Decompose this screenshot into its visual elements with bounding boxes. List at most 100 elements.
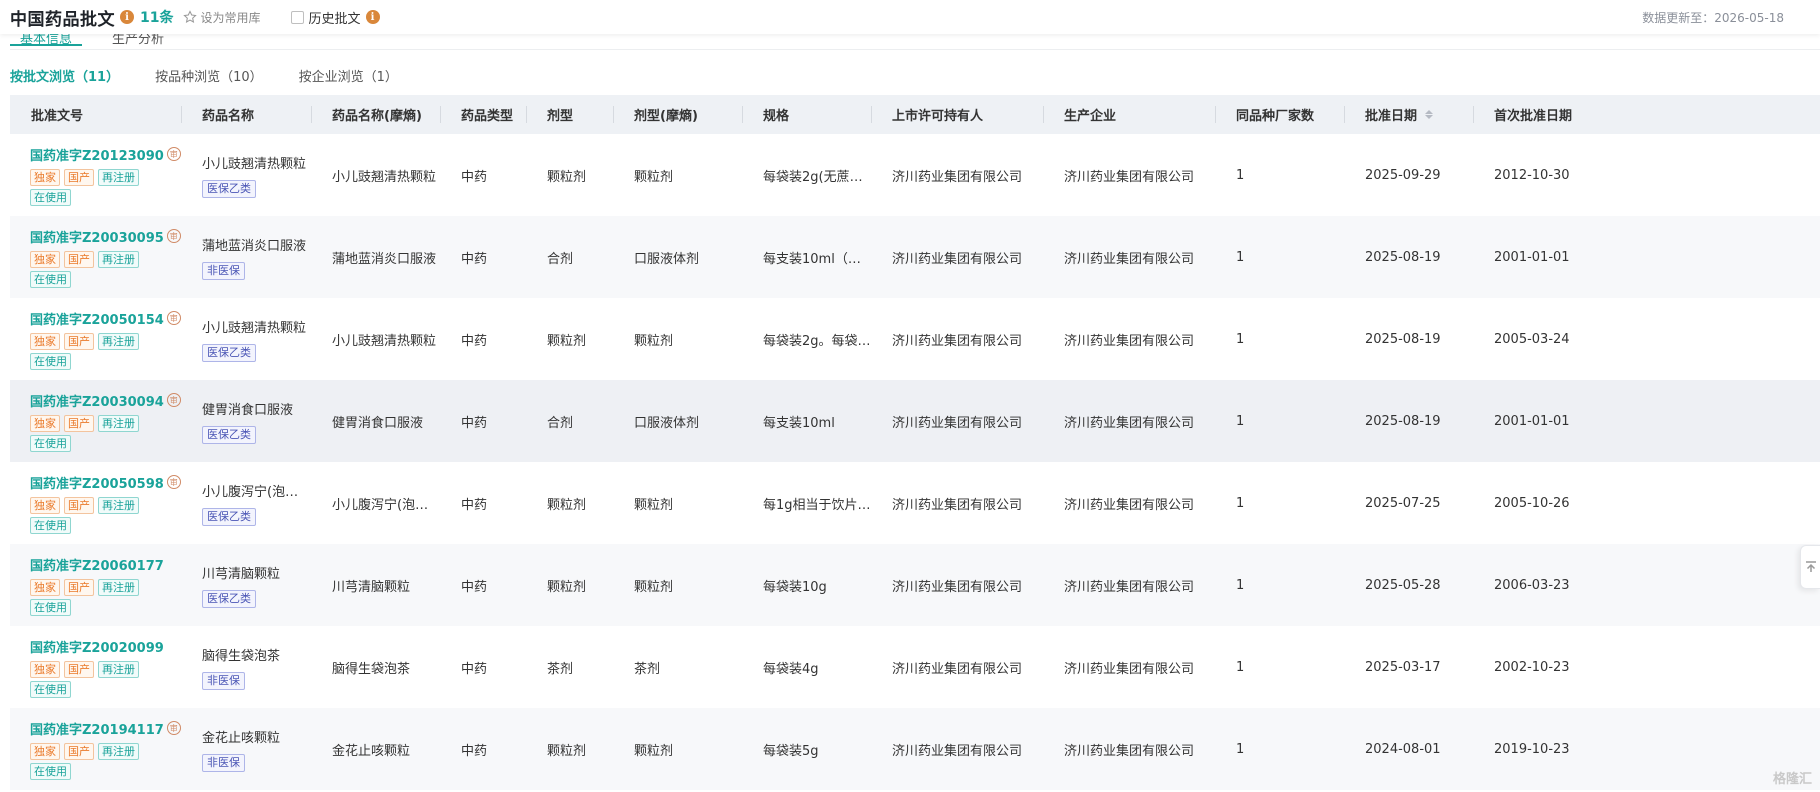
approval-number[interactable]: 国药准字Z20194117	[30, 719, 164, 738]
approval-date-cell: 2025-09-29	[1344, 134, 1473, 216]
license-holder-cell: 济川药业集团有限公司	[871, 216, 1043, 298]
spec: 每1g相当于饮片2.…	[763, 497, 871, 513]
dosage-form-cell: 合剂	[526, 380, 613, 462]
dosage-form-ms-cell: 口服液体剂	[613, 216, 742, 298]
maker-count: 1	[1236, 659, 1245, 675]
approval-number-link[interactable]: 国药准字Z20123090 审	[30, 145, 181, 164]
approval-number-link[interactable]: 国药准字Z20060177	[30, 555, 164, 574]
drug-name-ms: 川芎清脑颗粒	[332, 579, 411, 595]
approval-date-cell: 2025-05-28	[1344, 544, 1473, 626]
table-row[interactable]: 国药准字Z20030094 审独家 国产 再注册 在使用 健胃消食口服液 医保乙类 健胃消食口…	[10, 380, 1820, 462]
dosage-form-cell: 颗粒剂	[526, 708, 613, 790]
approval-number-link[interactable]: 国药准字Z20050154 审	[30, 309, 181, 328]
approval-number-link[interactable]: 国药准字Z20030095 审	[30, 227, 181, 246]
col-spec-label: 规格	[763, 109, 790, 124]
approval-number[interactable]: 国药准字Z20060177	[30, 555, 164, 574]
approval-date: 2025-09-29	[1365, 167, 1441, 183]
approval-number-link[interactable]: 国药准字Z20030094 审	[30, 391, 181, 410]
approval-number-link[interactable]: 国药准字Z20020099	[30, 637, 164, 656]
approval-number-link[interactable]: 国药准字Z20194117 审	[30, 719, 181, 738]
info-icon[interactable]: i	[120, 10, 134, 24]
dosage-form-ms: 茶剂	[634, 661, 661, 677]
drug-name-ms: 脑得生袋泡茶	[332, 661, 411, 677]
license-holder: 济川药业集团有限公司	[892, 251, 1023, 267]
license-holder-cell: 济川药业集团有限公司	[871, 134, 1043, 216]
approval-number[interactable]: 国药准字Z20030094	[30, 391, 164, 410]
approval-number[interactable]: 国药准字Z20050154	[30, 309, 164, 328]
maker-count-cell: 1	[1215, 462, 1344, 544]
manufacturer: 济川药业集团有限公司	[1064, 251, 1195, 267]
update-time: 数据更新至：2026-05-18	[1642, 11, 1784, 25]
drug-name-ms-cell: 小儿豉翘清热颗粒	[311, 298, 440, 380]
set-favorite-button[interactable]: 设为常用库	[183, 9, 261, 26]
dosage-form: 颗粒剂	[547, 169, 587, 185]
table-row[interactable]: 国药准字Z20030095 审独家 国产 再注册 在使用 蒲地蓝消炎口服液 非医保 蒲地蓝消炎…	[10, 216, 1820, 298]
approval-number[interactable]: 国药准字Z20030095	[30, 227, 164, 246]
drug-name-cell: 金花止咳颗粒 非医保	[181, 708, 311, 790]
history-checkbox[interactable]	[290, 10, 304, 24]
col-dosage-form-ms-header: 剂型(摩熵)	[613, 95, 742, 134]
tag-group: 独家 国产 再注册	[30, 742, 139, 760]
dosage-form-cell: 颗粒剂	[526, 134, 613, 216]
approval-date-cell: 2025-08-19	[1344, 380, 1473, 462]
license-holder: 济川药业集团有限公司	[892, 743, 1023, 759]
status-tag-group: 在使用	[30, 680, 71, 698]
table-row[interactable]: 国药准字Z20050154 审独家 国产 再注册 在使用 小儿豉翘清热颗粒 医保乙类 小儿豉翘…	[10, 298, 1820, 380]
mode-by-company[interactable]: 按企业浏览（1）	[299, 66, 398, 85]
manufacturer-cell: 济川药业集团有限公司	[1043, 298, 1215, 380]
dosage-form: 颗粒剂	[547, 579, 587, 595]
approval-date: 2025-07-25	[1365, 495, 1441, 511]
record-count: 11条	[140, 10, 174, 26]
dosage-form: 颗粒剂	[547, 497, 587, 513]
table-row[interactable]: 国药准字Z20060177 独家 国产 再注册 在使用 川芎清脑颗粒 医保乙类 川芎清脑颗粒中…	[10, 544, 1820, 626]
first-approval-date: 2012-10-30	[1494, 167, 1570, 183]
dosage-form: 茶剂	[547, 661, 574, 677]
dosage-form: 合剂	[547, 251, 574, 267]
first-approval-date-cell: 2019-10-23	[1473, 708, 1602, 790]
mode-by-variety[interactable]: 按品种浏览（10）	[155, 66, 263, 85]
approval-number-link[interactable]: 国药准字Z20050598 审	[30, 473, 181, 492]
table-row[interactable]: 国药准字Z20020099 独家 国产 再注册 在使用 脑得生袋泡茶 非医保 脑得生袋泡茶 中药…	[10, 626, 1820, 708]
license-holder-cell: 济川药业集团有限公司	[871, 462, 1043, 544]
approval-date-cell: 2025-07-25	[1344, 462, 1473, 544]
license-holder-cell: 济川药业集团有限公司	[871, 708, 1043, 790]
first-approval-date: 2002-10-23	[1494, 659, 1570, 675]
dosage-form-ms: 颗粒剂	[634, 333, 674, 349]
col-approval-date-header[interactable]: 批准日期	[1344, 95, 1473, 134]
insurance-badge: 医保乙类	[202, 343, 256, 362]
dosage-form-cell: 颗粒剂	[526, 298, 613, 380]
dosage-form-ms-cell: 茶剂	[613, 626, 742, 708]
insurance-badge: 医保乙类	[202, 507, 256, 526]
manufacturer: 济川药业集团有限公司	[1064, 579, 1195, 595]
history-filter[interactable]: 历史批文 i	[290, 8, 380, 27]
sort-icon[interactable]	[1425, 110, 1434, 119]
col-drug-name-ms-label: 药品名称(摩熵)	[332, 109, 422, 124]
table-row[interactable]: 国药准字Z20194117 审独家 国产 再注册 在使用 金花止咳颗粒 非医保 金花止咳颗粒中…	[10, 708, 1820, 790]
maker-count: 1	[1236, 495, 1245, 511]
spec-cell: 每袋装5g	[742, 708, 871, 790]
drug-name: 小儿豉翘清热颗粒	[202, 156, 307, 172]
manufacturer: 济川药业集团有限公司	[1064, 661, 1195, 677]
drug-name-cell: 小儿豉翘清热颗粒 医保乙类	[181, 134, 311, 216]
table-row[interactable]: 国药准字Z20123090 审独家 国产 再注册 在使用 小儿豉翘清热颗粒 医保乙类 小儿豉翘…	[10, 134, 1820, 216]
approval-date: 2024-08-01	[1365, 741, 1441, 757]
spec: 每袋装4g	[763, 661, 819, 677]
approval-cell: 国药准字Z20020099 独家 国产 再注册 在使用	[10, 626, 181, 708]
drug-name: 小儿豉翘清热颗粒	[202, 320, 307, 336]
maker-count-cell: 1	[1215, 216, 1344, 298]
drug-type: 中药	[461, 251, 488, 267]
spec-cell: 每袋装2g。每袋…	[742, 298, 871, 380]
history-info-icon[interactable]: i	[365, 10, 380, 24]
tag-domestic: 国产	[64, 168, 94, 186]
approval-number[interactable]: 国药准字Z20050598	[30, 473, 164, 492]
table-row[interactable]: 国药准字Z20050598 审独家 国产 再注册 在使用 小儿腹泻宁(泡腾… 医保乙类 小儿腹…	[10, 462, 1820, 544]
tag-domestic: 国产	[64, 578, 94, 596]
insurance-badge: 非医保	[202, 753, 245, 772]
back-to-top-button[interactable]	[1800, 545, 1820, 589]
tag-group: 独家 国产 再注册	[30, 332, 139, 350]
approval-number[interactable]: 国药准字Z20020099	[30, 637, 164, 656]
mode-by-approval[interactable]: 按批文浏览（11）	[10, 66, 119, 85]
drug-type-cell: 中药	[440, 216, 526, 298]
dosage-form-ms: 颗粒剂	[634, 743, 674, 759]
approval-number[interactable]: 国药准字Z20123090	[30, 145, 164, 164]
